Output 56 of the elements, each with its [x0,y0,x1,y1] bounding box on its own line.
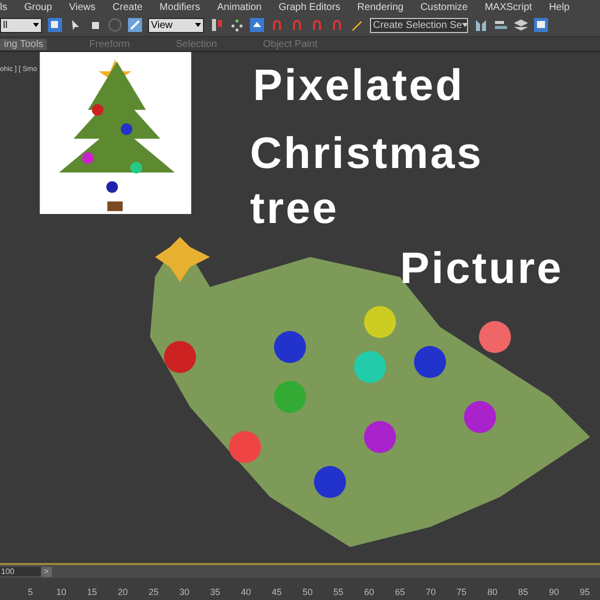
frame-tick-label: 40 [240,587,252,599]
frame-tick-label: 35 [209,587,222,599]
frame-tick-label: 15 [86,587,98,599]
snap-magnet-icon[interactable] [310,18,324,32]
dots-icon[interactable] [230,18,244,32]
frame-tick-label: 75 [456,587,468,599]
frame-tick-label: 25 [148,587,160,599]
reference-coordinate-dropdown[interactable]: View [148,18,204,32]
frame-tick-label: 20 [116,587,129,599]
ribbon-tab[interactable]: ing Tools [0,38,48,50]
frame-tick-label: 70 [424,587,437,599]
menu-item[interactable]: Modifiers [160,2,200,12]
frame-tick-label: 65 [394,587,406,599]
menu-item[interactable]: Customize [420,2,468,12]
frame-tick-label: 85 [517,587,530,599]
scale-icon[interactable] [128,18,142,32]
align-icon[interactable] [494,18,508,32]
snap-magnet-icon[interactable] [330,18,344,32]
selection-set-dropdown[interactable]: Create Selection Se [370,18,468,32]
frame-tick-label: 30 [178,587,190,599]
frame-tick-label: 10 [55,587,68,599]
caret-icon [462,23,467,27]
layers-icon[interactable] [514,18,528,32]
menu-item[interactable]: Animation [217,2,262,12]
pivot-icon[interactable] [210,18,224,32]
caret-icon [33,23,39,27]
overlay-title-text: Christmas [250,132,484,176]
selection-filter-dropdown[interactable]: ll [0,18,42,32]
frame-tick-label: 45 [270,587,283,599]
frame-tick-label: 5 [26,587,34,599]
menu-item[interactable]: Rendering [357,2,404,12]
frame-tick-label: 95 [578,587,591,599]
overlay-title-text: Pixelated [253,64,464,108]
caret-icon [195,23,201,27]
select-object-icon[interactable] [48,18,62,32]
overlay-title-text: tree [250,187,339,231]
menu-item[interactable]: Views [69,2,96,12]
menu-item[interactable]: MAXScript [484,2,532,12]
snap-magnet-icon[interactable] [270,18,284,32]
snap-magnet-icon[interactable] [290,18,304,32]
frame-tick-label: 90 [548,587,560,599]
frame-tick-label: 55 [332,587,344,599]
menu-item[interactable]: Help [548,2,570,12]
frame-tick-label: 60 [363,587,376,599]
mirror-icon[interactable] [474,18,488,32]
pencil-icon[interactable] [350,18,364,32]
frame-tick-label: 80 [486,587,498,599]
frame-counter: 100 [0,567,41,576]
menu-item[interactable]: ls [0,2,8,12]
menu-item[interactable]: Group [24,2,52,12]
overlay-title-text: Picture [400,247,564,291]
menu-item[interactable]: Graph Editors [278,2,340,12]
menu-item[interactable]: Create [112,2,143,12]
scene-explorer-icon[interactable] [534,18,548,32]
next-frame-button[interactable]: > [41,566,52,576]
frame-tick-label: 50 [302,587,314,599]
